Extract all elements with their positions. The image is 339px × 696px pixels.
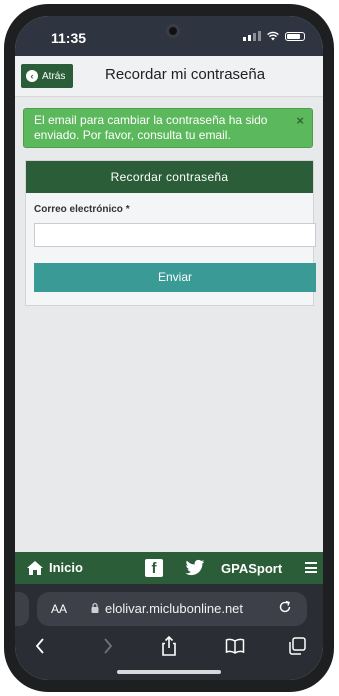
page-header: ‹ Atrás Recordar mi contraseña <box>15 56 323 97</box>
lock-icon <box>91 603 99 613</box>
chevron-left-icon: ‹ <box>26 70 38 82</box>
share-icon[interactable] <box>159 636 179 656</box>
home-indicator <box>117 670 221 674</box>
brand-link[interactable]: GPASport <box>221 561 282 576</box>
wifi-icon <box>267 31 279 41</box>
email-field[interactable] <box>34 223 316 247</box>
home-label: Inicio <box>49 560 83 575</box>
close-icon[interactable]: × <box>296 113 304 128</box>
email-label: Correo electrónico * <box>34 204 130 215</box>
battery-icon <box>285 31 305 41</box>
submit-button[interactable]: Enviar <box>34 263 316 292</box>
screen: 11:35 ‹ Atrás Recordar mi contraseña El … <box>15 16 323 680</box>
menu-icon[interactable] <box>305 562 317 573</box>
recover-password-panel: Recordar contraseña Correo electrónico *… <box>25 160 316 306</box>
back-button-label: Atrás <box>42 70 66 82</box>
forward-icon[interactable] <box>97 636 117 656</box>
back-icon[interactable] <box>31 636 51 656</box>
url-text: elolivar.miclubonline.net <box>105 601 244 616</box>
phone-frame: 11:35 ‹ Atrás Recordar mi contraseña El … <box>4 4 334 692</box>
status-bar: 11:35 <box>15 16 323 56</box>
twitter-icon[interactable] <box>185 559 205 577</box>
bottom-nav: Inicio f GPASport <box>15 552 323 584</box>
alert-message: El email para cambiar la contraseña ha s… <box>34 113 268 142</box>
status-time: 11:35 <box>51 30 87 46</box>
browser-toolbar: AA elolivar.miclubonline.net <box>15 584 323 680</box>
camera-icon <box>166 24 180 38</box>
previous-tab-preview[interactable] <box>15 592 29 626</box>
reader-settings-button[interactable]: AA <box>51 602 67 616</box>
reload-icon[interactable] <box>277 599 293 615</box>
tabs-icon[interactable] <box>287 636 307 656</box>
status-icons <box>243 31 305 41</box>
browser-nav-row <box>15 634 323 662</box>
facebook-icon[interactable]: f <box>145 559 163 577</box>
success-alert: El email para cambiar la contraseña ha s… <box>23 108 313 148</box>
home-icon <box>27 560 43 575</box>
home-link[interactable]: Inicio <box>27 560 83 575</box>
page-title: Recordar mi contraseña <box>105 66 266 83</box>
bookmarks-icon[interactable] <box>225 636 245 656</box>
panel-heading: Recordar contraseña <box>26 161 313 193</box>
signal-icon <box>243 31 261 41</box>
address-bar[interactable]: AA elolivar.miclubonline.net <box>37 592 307 626</box>
back-button[interactable]: ‹ Atrás <box>21 64 74 88</box>
